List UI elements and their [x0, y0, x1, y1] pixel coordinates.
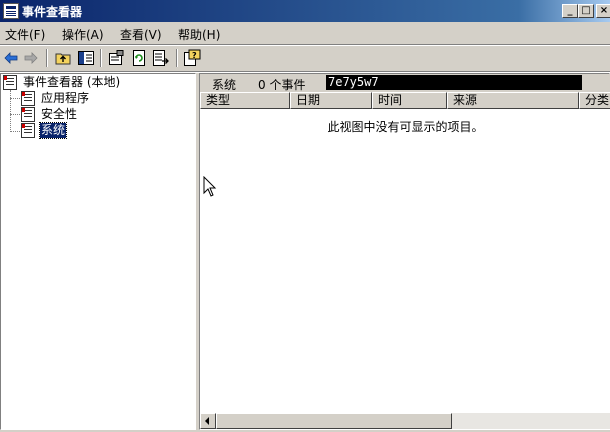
event-viewer-icon [3, 75, 17, 90]
tree-item-label: 系统 [38, 122, 68, 139]
highlighted-text: 7e7y5w7 [326, 75, 582, 90]
tree-root-label: 事件查看器 (本地) [23, 75, 121, 89]
column-header-source[interactable]: 来源 [447, 92, 579, 109]
scroll-thumb[interactable] [216, 413, 452, 429]
tree-connector [10, 131, 20, 132]
toolbar-separator [46, 49, 48, 67]
properties-icon[interactable] [107, 49, 125, 67]
svg-text:?: ? [192, 51, 197, 60]
tree-connector [10, 114, 20, 115]
minimize-button[interactable]: _ [562, 4, 578, 18]
empty-view-message: 此视图中没有可显示的项目。 [327, 120, 484, 134]
show-tree-icon[interactable] [77, 49, 95, 67]
up-folder-icon[interactable] [54, 49, 72, 67]
details-pane[interactable]: 系统 0 个事件 7e7y5w7 类型 日期 时间 来源 分类 此视图中没有可显… [199, 73, 610, 430]
menu-file[interactable]: 文件(F) [5, 26, 45, 43]
toolbar-separator [176, 49, 178, 67]
horizontal-scrollbar[interactable] [200, 413, 610, 429]
close-button[interactable]: × [596, 4, 610, 18]
console-tree-pane[interactable]: 事件查看器 (本地) 应用程序 安全性 系统 [0, 73, 196, 430]
export-list-icon[interactable] [152, 49, 170, 67]
help-icon[interactable]: ? [183, 49, 201, 67]
scroll-left-button[interactable] [200, 413, 216, 429]
tree-connector [10, 90, 11, 132]
mouse-cursor-icon [203, 176, 217, 197]
column-header-category[interactable]: 分类 [579, 92, 610, 109]
tree-item-label: 应用程序 [41, 91, 90, 105]
menu-action[interactable]: 操作(A) [62, 26, 104, 43]
window-title: 事件查看器 [22, 5, 83, 19]
column-header-type[interactable]: 类型 [200, 92, 290, 109]
column-headers: 类型 日期 时间 来源 分类 [200, 92, 610, 109]
toolbar-separator [100, 49, 102, 67]
title-bar: 事件查看器 _ □ × [0, 0, 610, 22]
event-log-icon [21, 123, 35, 138]
column-header-time[interactable]: 时间 [372, 92, 447, 109]
event-count: 0 个事件 [258, 78, 306, 92]
back-arrow-icon[interactable] [2, 49, 20, 67]
menu-help[interactable]: 帮助(H) [178, 26, 220, 43]
menu-view[interactable]: 查看(V) [120, 26, 162, 43]
maximize-button[interactable]: □ [578, 4, 594, 18]
event-viewer-app-icon[interactable] [3, 3, 19, 19]
column-header-date[interactable]: 日期 [290, 92, 372, 109]
tree-connector [10, 98, 20, 99]
forward-arrow-icon[interactable] [22, 49, 40, 67]
toolbar: ? [0, 46, 610, 72]
details-info-bar: 系统 0 个事件 7e7y5w7 [200, 74, 610, 92]
refresh-icon[interactable] [130, 49, 148, 67]
tree-item-label: 安全性 [41, 107, 78, 121]
log-name: 系统 [212, 78, 237, 92]
event-log-icon [21, 91, 35, 106]
menu-bar: 文件(F) 操作(A) 查看(V) 帮助(H) [0, 22, 610, 44]
event-log-icon [21, 107, 35, 122]
